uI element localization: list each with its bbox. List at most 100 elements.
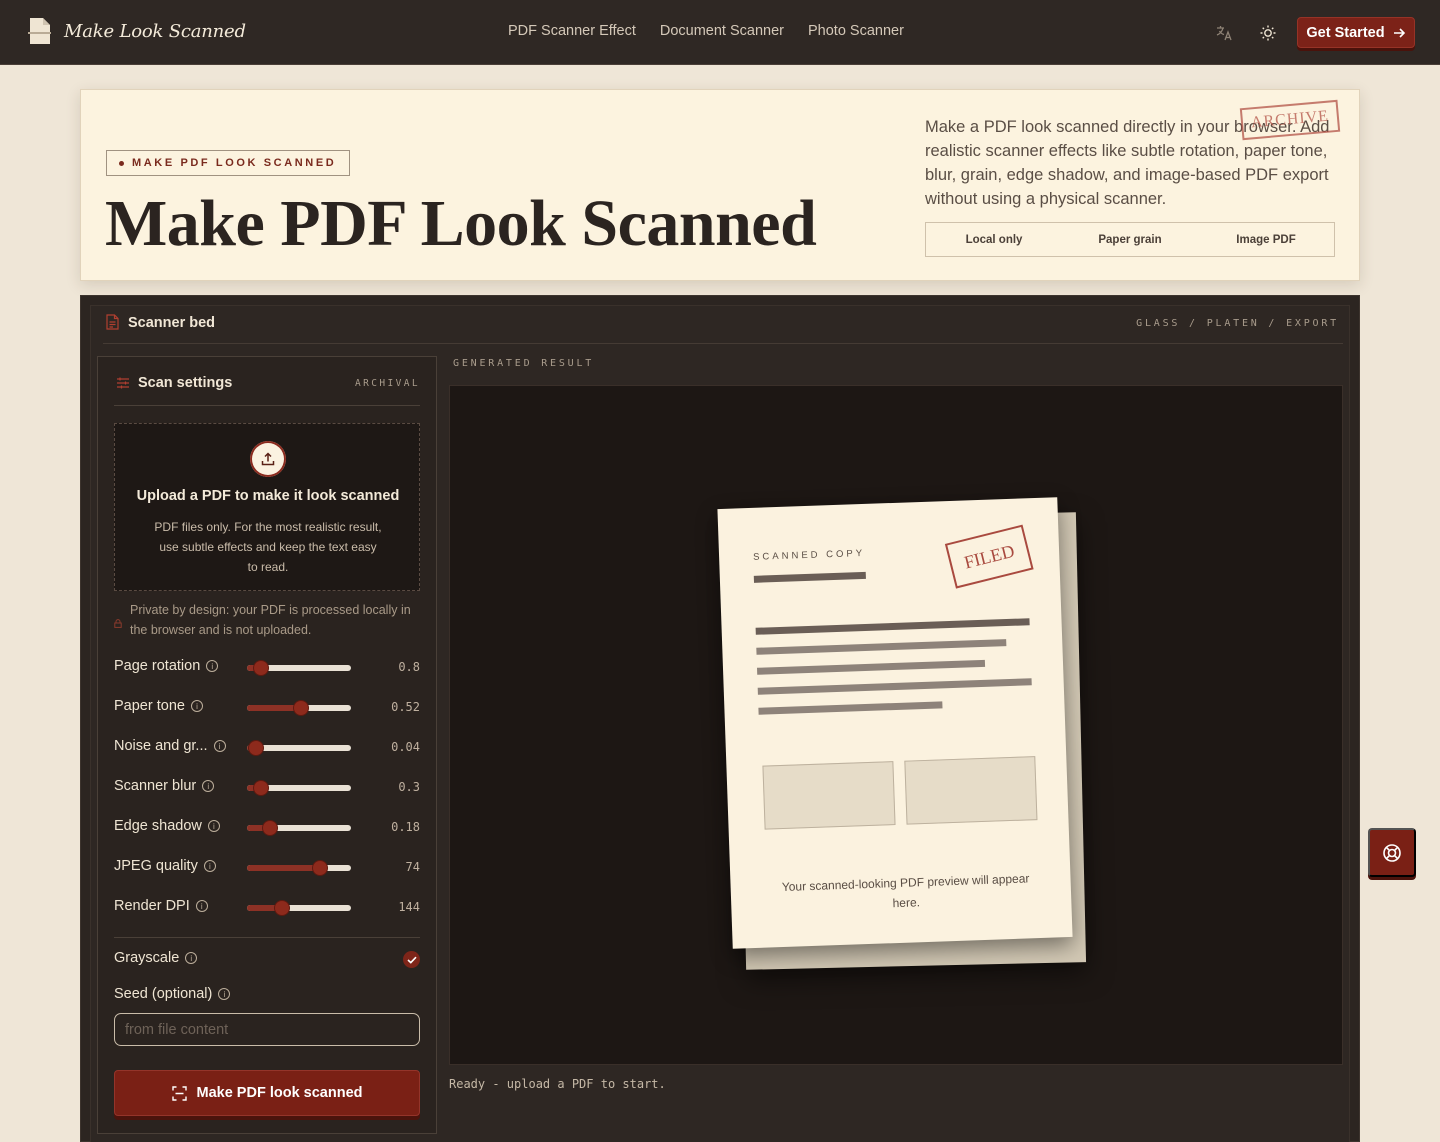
slider-value: 0.8 xyxy=(398,660,420,674)
get-started-button[interactable]: Get Started xyxy=(1297,17,1415,48)
slider-handle[interactable] xyxy=(253,781,268,795)
sun-icon[interactable] xyxy=(1259,24,1277,42)
run-button-label: Make PDF look scanned xyxy=(196,1085,363,1101)
paper-text-line xyxy=(757,678,1032,695)
hero-card: MAKE PDF LOOK SCANNED Make PDF Look Scan… xyxy=(80,89,1360,281)
slider-value: 74 xyxy=(405,860,420,874)
brand[interactable]: Make Look Scanned xyxy=(28,17,246,45)
slider-track[interactable] xyxy=(247,701,351,715)
translate-icon[interactable] xyxy=(1215,24,1233,42)
slider-handle[interactable] xyxy=(294,701,309,715)
info-icon[interactable]: i xyxy=(207,820,220,832)
slider-edge-shadow[interactable]: Edge shadow i 0.18 xyxy=(114,817,420,839)
slider-label: Page rotation xyxy=(114,658,201,674)
scan-settings-panel: Scan settings ARCHIVAL Upload a PDF to m… xyxy=(97,356,437,1134)
slider-fill xyxy=(247,865,320,871)
paper-label: SCANNED COPY xyxy=(752,547,866,563)
info-icon[interactable]: i xyxy=(213,740,226,752)
slider-label: Noise and gr... xyxy=(114,738,208,754)
info-icon[interactable]: i xyxy=(185,952,198,964)
scanner-bed-title: Scanner bed xyxy=(128,315,216,331)
slider-value: 0.04 xyxy=(391,740,420,754)
slider-render-dpi[interactable]: Render DPI i 144 xyxy=(114,897,420,919)
slider-handle[interactable] xyxy=(275,901,290,915)
paper-heading-bar xyxy=(753,571,866,583)
chip-image-pdf: Image PDF xyxy=(1236,233,1296,246)
slider-track[interactable] xyxy=(247,741,351,755)
slider-value: 0.52 xyxy=(391,700,420,714)
pdf-upload-dropzone[interactable]: Upload a PDF to make it look scanned PDF… xyxy=(114,423,420,591)
document-logo-icon xyxy=(28,17,51,45)
filed-stamp: FILED xyxy=(944,524,1034,589)
seed-label: Seed (optional) xyxy=(114,986,213,1002)
slider-track[interactable] xyxy=(247,901,351,915)
arrow-right-icon xyxy=(1393,27,1405,38)
upload-title: Upload a PDF to make it look scanned xyxy=(136,488,400,504)
upload-icon[interactable] xyxy=(250,441,286,477)
slider-handle[interactable] xyxy=(312,861,327,875)
info-icon[interactable]: i xyxy=(202,780,215,792)
lifebuoy-icon xyxy=(1383,843,1401,862)
slider-value: 0.3 xyxy=(398,780,420,794)
info-icon[interactable]: i xyxy=(206,660,219,672)
nav-link-pdf-scanner-effect[interactable]: PDF Scanner Effect xyxy=(508,23,636,39)
grayscale-label: Grayscale xyxy=(114,950,180,966)
slider-value: 144 xyxy=(398,900,420,914)
grayscale-checkbox[interactable] xyxy=(403,951,420,968)
slider-track[interactable] xyxy=(247,781,351,795)
slider-label: Paper tone xyxy=(114,698,185,714)
paper-image-placeholder xyxy=(904,756,1038,825)
sliders-icon xyxy=(116,376,130,395)
get-started-label: Get Started xyxy=(1306,24,1385,41)
slider-jpeg-quality[interactable]: JPEG quality i 74 xyxy=(114,857,420,879)
info-icon[interactable]: i xyxy=(203,860,216,872)
scanned-paper-illustration: SCANNED COPY FILED Your scanned-looking … xyxy=(717,497,1073,949)
make-pdf-look-scanned-button[interactable]: Make PDF look scanned xyxy=(114,1070,420,1116)
nav-link-photo-scanner[interactable]: Photo Scanner xyxy=(808,23,904,39)
eyebrow-dot-icon xyxy=(119,160,124,166)
scanner-bed-meta: GLASS / PLATEN / EXPORT xyxy=(1136,318,1339,329)
slider-noise-and-grain[interactable]: Noise and gr... i 0.04 xyxy=(114,737,420,759)
info-icon[interactable]: i xyxy=(195,900,208,912)
grayscale-toggle-row[interactable]: Grayscale i xyxy=(114,949,420,971)
slider-paper-tone[interactable]: Paper tone i 0.52 xyxy=(114,697,420,719)
paper-text-line xyxy=(758,701,943,715)
slider-value: 0.18 xyxy=(391,820,420,834)
slider-page-rotation[interactable]: Page rotation i 0.8 xyxy=(114,657,420,679)
hero-eyebrow: MAKE PDF LOOK SCANNED xyxy=(106,150,351,176)
document-icon xyxy=(106,314,119,335)
slider-handle[interactable] xyxy=(253,661,268,675)
paper-text-line xyxy=(755,618,1030,635)
upload-description: PDF files only. For the most realistic r… xyxy=(154,520,382,574)
slider-handle[interactable] xyxy=(262,821,277,835)
scan-settings-tag: ARCHIVAL xyxy=(355,378,420,389)
info-icon[interactable]: i xyxy=(190,700,203,712)
slider-label: Edge shadow xyxy=(114,818,202,834)
slider-label: Render DPI xyxy=(114,898,190,914)
scanner-bed-header: Scanner bed GLASS / PLATEN / EXPORT xyxy=(103,306,1343,344)
seed-input[interactable] xyxy=(114,1013,420,1046)
paper-image-placeholder xyxy=(762,761,896,830)
privacy-note: Private by design: your PDF is processed… xyxy=(114,600,420,640)
nav-links: PDF Scanner Effect Document Scanner Phot… xyxy=(508,23,904,39)
status-text: Ready - upload a PDF to start. xyxy=(449,1077,666,1091)
page-title: Make PDF Look Scanned xyxy=(105,187,817,260)
slider-track[interactable] xyxy=(247,861,351,875)
generated-result-label: GENERATED RESULT xyxy=(453,358,595,369)
settings-divider xyxy=(114,937,420,938)
paper-text-line xyxy=(756,639,1007,655)
help-button[interactable] xyxy=(1368,828,1416,877)
slider-track[interactable] xyxy=(247,661,351,675)
nav-link-document-scanner[interactable]: Document Scanner xyxy=(660,23,784,39)
slider-track[interactable] xyxy=(247,821,351,835)
slider-handle[interactable] xyxy=(249,741,264,755)
slider-label: JPEG quality xyxy=(114,858,198,874)
slider-scanner-blur[interactable]: Scanner blur i 0.3 xyxy=(114,777,420,799)
paper-caption: Your scanned-looking PDF preview will ap… xyxy=(781,871,1030,911)
eyebrow-text: MAKE PDF LOOK SCANNED xyxy=(132,157,337,169)
info-icon[interactable]: i xyxy=(218,988,231,1000)
top-nav: Make Look Scanned PDF Scanner Effect Doc… xyxy=(0,0,1440,65)
slider-fill xyxy=(247,705,302,711)
chip-local-only: Local only xyxy=(965,233,1023,246)
scan-icon xyxy=(171,1085,187,1101)
